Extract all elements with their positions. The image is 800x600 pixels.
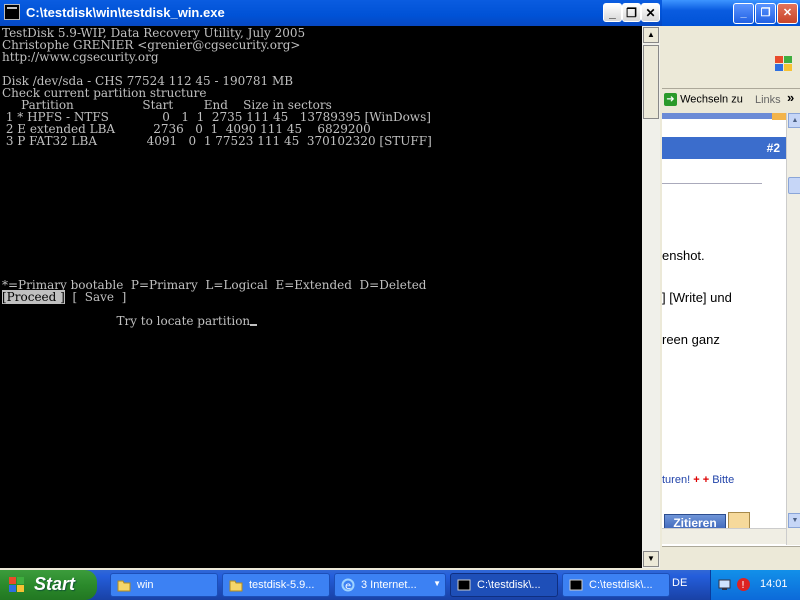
go-arrow-icon: ➜	[664, 93, 677, 106]
signature-text: turen!	[662, 474, 691, 486]
taskbar-button-testdisk-folder[interactable]: testdisk-5.9...	[222, 573, 330, 597]
folder-icon	[229, 580, 243, 592]
network-icon[interactable]	[717, 577, 732, 592]
post-text-line: enshot.	[662, 248, 705, 263]
background-browser-window[interactable]: _ ❐ ✕ ➜ Wechseln zu Links » #2 enshot. ]…	[662, 0, 800, 570]
ie-icon: e	[341, 578, 355, 592]
svg-text:!: !	[741, 580, 745, 591]
taskbar-button-console-active[interactable]: C:\testdisk\...	[450, 573, 558, 597]
browser-menubar	[662, 26, 800, 89]
browser-scroll-thumb[interactable]	[788, 177, 800, 194]
system-tray: ! 14:01	[710, 570, 800, 600]
text-cursor	[250, 324, 258, 326]
post-number-link[interactable]: #2	[767, 141, 780, 155]
post-text-line: reen ganz	[662, 332, 720, 347]
taskbar-button-label: C:\testdisk\...	[589, 579, 653, 591]
taskbar-button-console[interactable]: C:\testdisk\...	[562, 573, 670, 597]
browser-vertical-scrollbar[interactable]: ▲ ▼	[786, 113, 800, 545]
close-button[interactable]: ✕	[641, 3, 660, 22]
scroll-up-icon[interactable]: ▲	[788, 113, 800, 128]
terminal-screen[interactable]: TestDisk 5.9-WIP, Data Recovery Utility,…	[0, 26, 642, 568]
start-button[interactable]: Start	[0, 570, 97, 600]
post-signature: turen! + + Bitte	[662, 474, 734, 486]
taskbar-button-label: win	[137, 579, 154, 591]
browser-horizontal-scrollbar[interactable]	[662, 528, 786, 544]
taskbar-button-win[interactable]: win	[110, 573, 218, 597]
console-icon	[569, 579, 583, 591]
plus-icon: +	[693, 474, 700, 486]
post-text-line: ] [Write] und	[662, 290, 732, 305]
links-toolbar-label[interactable]: Links	[755, 94, 781, 106]
console-icon[interactable]	[4, 4, 20, 20]
browser-maximize-button[interactable]: ❐	[755, 3, 776, 24]
chevron-down-icon: ▼	[433, 579, 441, 588]
console-title: C:\testdisk\win\testdisk_win.exe	[26, 5, 225, 20]
save-option[interactable]: [ Save ]	[72, 290, 126, 304]
taskbar-button-label: C:\testdisk\...	[477, 579, 541, 591]
terminal-text: TestDisk 5.9-WIP, Data Recovery Utility,…	[2, 26, 432, 292]
language-indicator[interactable]: DE	[672, 577, 687, 589]
chevron-right-icon[interactable]: »	[787, 90, 794, 105]
start-label: Start	[34, 574, 76, 594]
browser-close-button[interactable]: ✕	[777, 3, 798, 24]
scroll-up-icon[interactable]: ▲	[643, 27, 659, 43]
proceed-option[interactable]: [Proceed ]	[2, 290, 65, 304]
svg-text:e: e	[345, 581, 351, 592]
browser-statusbar	[662, 546, 800, 570]
taskbar: Start win testdisk-5.9... e 3 Internet..…	[0, 570, 800, 600]
console-window[interactable]: C:\testdisk\win\testdisk_win.exe _ ❐ ✕ T…	[0, 0, 662, 570]
scroll-down-icon[interactable]: ▼	[643, 551, 659, 567]
console-scroll-thumb[interactable]	[643, 45, 659, 119]
terminal-output: TestDisk 5.9-WIP, Data Recovery Utility,…	[2, 27, 432, 327]
go-button-label: Wechseln zu	[680, 93, 743, 106]
browser-address-toolbar: ➜ Wechseln zu Links »	[662, 89, 800, 114]
console-icon	[457, 579, 471, 591]
console-vertical-scrollbar[interactable]: ▲ ▼	[642, 26, 660, 568]
go-button[interactable]: ➜ Wechseln zu	[664, 93, 743, 106]
windows-logo-icon	[9, 577, 24, 592]
minimize-button[interactable]: _	[603, 3, 622, 22]
signature-link[interactable]: Bitte	[712, 474, 734, 486]
maximize-button[interactable]: ❐	[622, 3, 641, 22]
console-titlebar[interactable]: C:\testdisk\win\testdisk_win.exe _ ❐ ✕	[0, 0, 662, 26]
status-message: Try to locate partition	[116, 314, 251, 328]
post-divider	[662, 183, 762, 184]
post-header: #2	[662, 137, 786, 159]
taskbar-button-label: 3 Internet...	[361, 579, 417, 591]
browser-titlebar[interactable]: _ ❐ ✕	[662, 0, 800, 26]
windows-flag-icon	[775, 56, 792, 71]
forum-header-bar	[662, 113, 787, 119]
taskbar-button-internet-explorer[interactable]: e 3 Internet... ▼	[334, 573, 446, 597]
browser-minimize-button[interactable]: _	[733, 3, 754, 24]
plus-icon: +	[702, 474, 710, 486]
taskbar-button-label: testdisk-5.9...	[249, 579, 315, 591]
clock[interactable]: 14:01	[760, 578, 788, 590]
folder-icon	[117, 580, 131, 592]
security-alert-icon[interactable]: !	[736, 577, 751, 592]
scroll-down-icon[interactable]: ▼	[788, 513, 800, 528]
